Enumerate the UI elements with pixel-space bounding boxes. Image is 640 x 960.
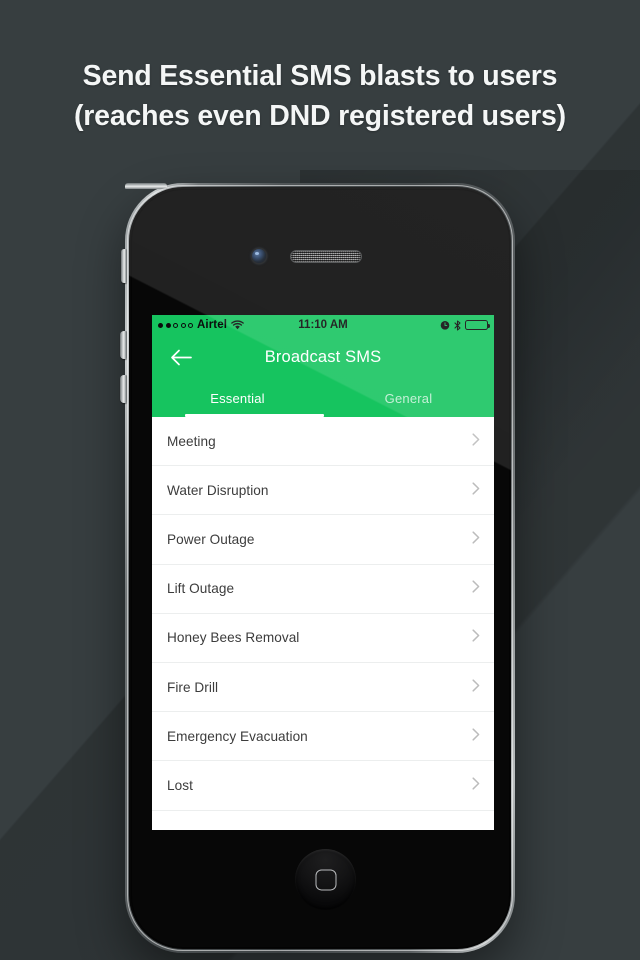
list-item-label: Power Outage	[167, 531, 255, 547]
arrow-left-icon[interactable]	[162, 335, 200, 379]
page-title: Broadcast SMS	[264, 347, 382, 366]
app-screen: Airtel 11:10 AM Broadcast SMS Essential …	[152, 315, 494, 830]
list-bottom-spacer	[152, 810, 494, 827]
list-item[interactable]: Lift Outage	[152, 564, 494, 614]
home-button[interactable]	[295, 849, 356, 910]
status-bar-right	[440, 319, 491, 331]
list-item[interactable]: Power Outage	[152, 515, 494, 565]
chevron-right-icon	[472, 728, 480, 745]
tab-essential[interactable]: Essential	[152, 379, 323, 417]
tab-bar: Essential General	[152, 379, 494, 417]
chevron-right-icon	[472, 433, 480, 450]
list-item-label: Honey Bees Removal	[167, 630, 300, 646]
alarm-clock-icon	[440, 320, 450, 330]
list-item-label: Emergency Evacuation	[167, 728, 308, 744]
list-item[interactable]: Lost	[152, 761, 494, 811]
list-item[interactable]: Water Disruption	[152, 466, 494, 516]
list-item-label: Lift Outage	[167, 581, 235, 597]
list-item-label: Meeting	[167, 433, 216, 449]
tab-general[interactable]: General	[323, 379, 494, 417]
volume-down-button[interactable]	[120, 375, 127, 403]
promo-headline: Send Essential SMS blasts to users (reac…	[0, 56, 640, 136]
chevron-right-icon	[472, 777, 480, 794]
battery-icon	[465, 319, 491, 331]
power-button[interactable]	[125, 183, 167, 189]
tab-essential-label: Essential	[210, 390, 265, 406]
phone-device: Airtel 11:10 AM Broadcast SMS Essential …	[120, 183, 515, 953]
home-button-square-icon	[315, 869, 336, 890]
list-item-label: Fire Drill	[167, 679, 219, 695]
list-item-label: Lost	[167, 777, 193, 793]
status-bar: Airtel 11:10 AM	[152, 315, 494, 335]
list-item[interactable]: Emergency Evacuation	[152, 712, 494, 762]
bluetooth-icon	[454, 319, 461, 331]
navigation-bar: Broadcast SMS	[152, 335, 494, 379]
front-camera-icon	[252, 249, 266, 263]
tab-general-label: General	[384, 390, 433, 406]
chevron-right-icon	[472, 580, 480, 597]
list-item[interactable]: Meeting	[152, 417, 494, 467]
broadcast-template-list: Meeting Water Disruption Power Outage Li…	[152, 417, 494, 827]
list-item-label: Water Disruption	[167, 482, 269, 498]
earpiece-speaker-icon	[291, 251, 361, 262]
promo-headline-line1: Send Essential SMS blasts to users	[82, 60, 558, 92]
silent-switch[interactable]	[121, 249, 127, 283]
chevron-right-icon	[472, 629, 480, 646]
phone-front-panel: Airtel 11:10 AM Broadcast SMS Essential …	[129, 187, 511, 949]
volume-up-button[interactable]	[120, 331, 127, 359]
active-tab-indicator	[185, 414, 324, 417]
chevron-right-icon	[472, 531, 480, 548]
list-item[interactable]: Honey Bees Removal	[152, 613, 494, 663]
list-item[interactable]: Fire Drill	[152, 662, 494, 713]
promo-headline-line2: (reaches even DND registered users)	[74, 100, 566, 132]
chevron-right-icon	[472, 678, 480, 696]
chevron-right-icon	[472, 482, 480, 499]
